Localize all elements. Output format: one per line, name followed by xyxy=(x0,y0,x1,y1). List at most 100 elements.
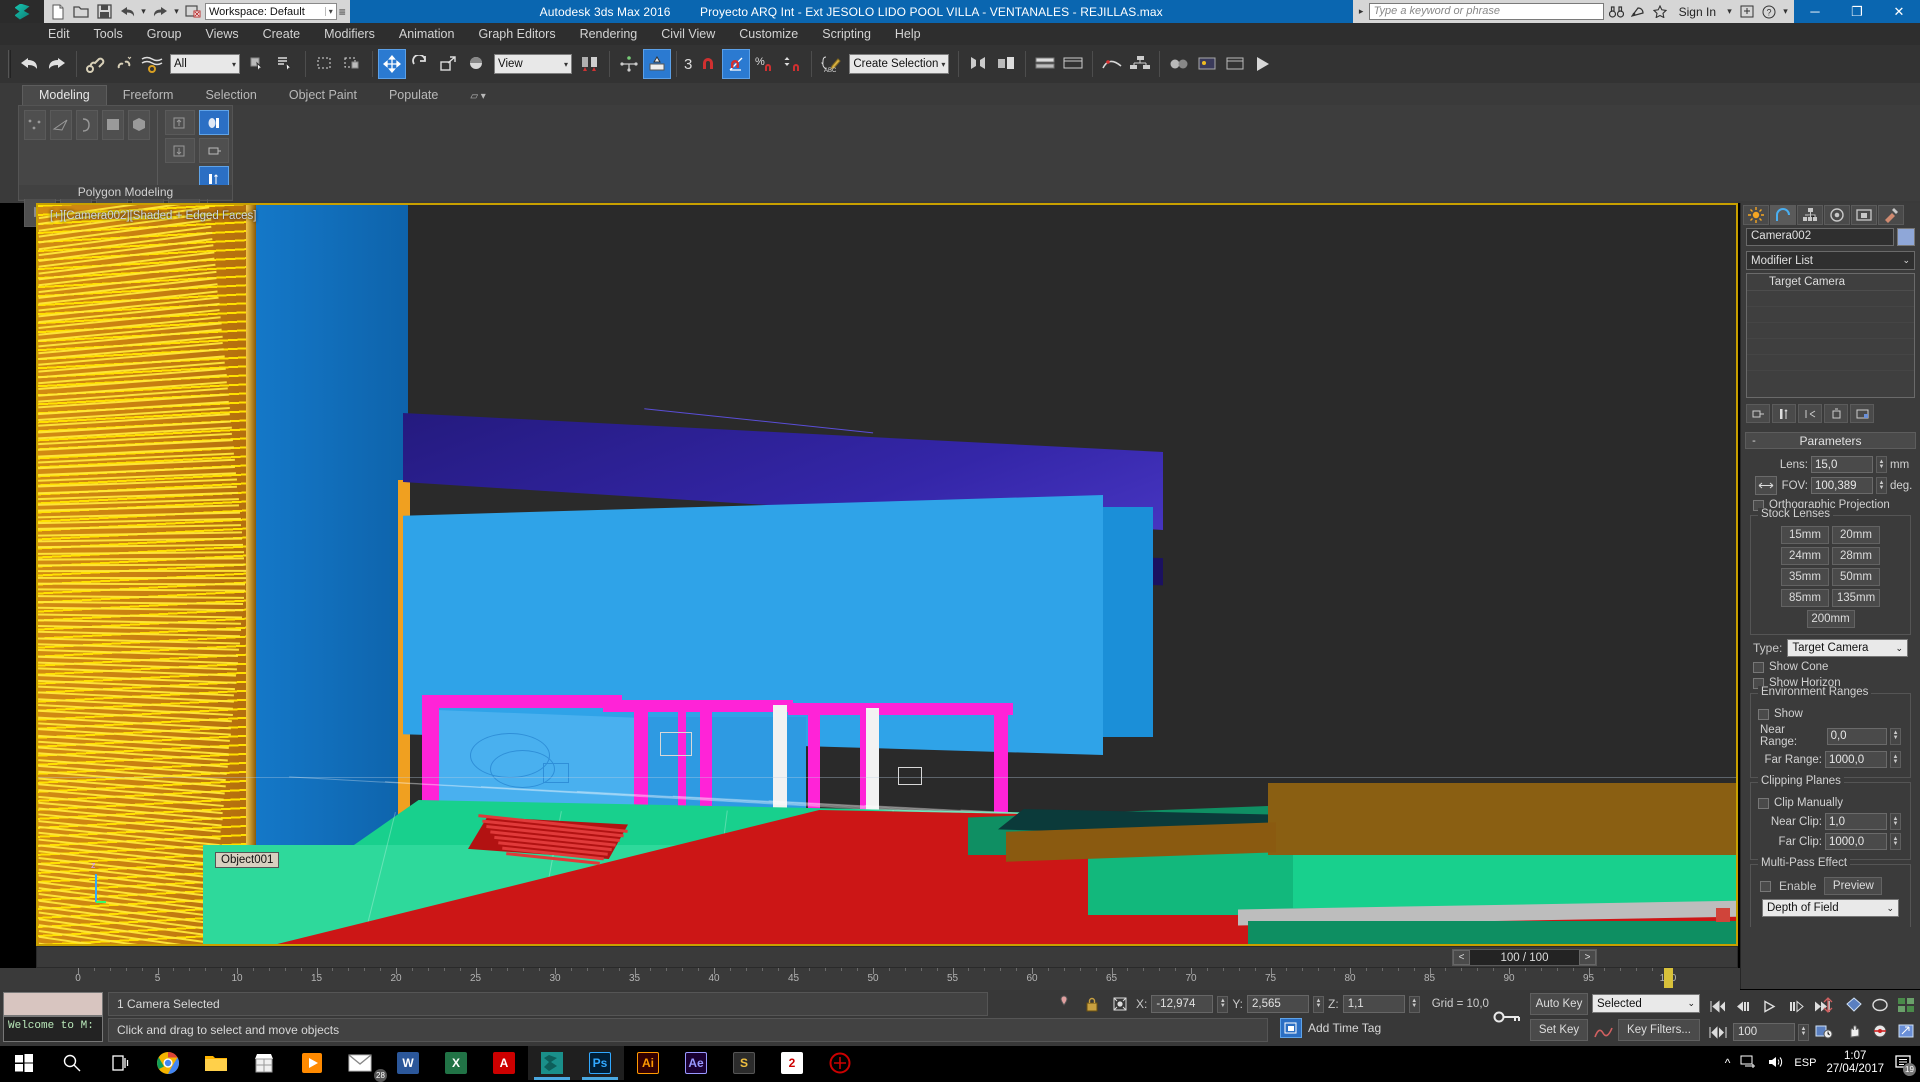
modifier-list-dropdown[interactable]: Modifier List ⌄ xyxy=(1746,251,1915,270)
powerpoint-icon[interactable]: 2 xyxy=(768,1046,816,1080)
word-icon[interactable]: W xyxy=(384,1046,432,1080)
stock-lens-24mm[interactable]: 24mm xyxy=(1781,547,1829,565)
track-bar[interactable]: 0510152025303540455055606570758085909510… xyxy=(0,968,1740,990)
use-stack-selection-icon[interactable] xyxy=(198,110,229,135)
far-range-spinner[interactable]: ▲ ▼ xyxy=(1890,751,1901,768)
menu-item-modifiers[interactable]: Modifiers xyxy=(312,23,387,45)
camera-viewport[interactable]: [+][Camera002][Shaded + Edged Faces] Obj… xyxy=(38,205,1736,944)
create-tab-icon[interactable] xyxy=(1743,205,1769,225)
search-input[interactable]: Type a keyword or phrase xyxy=(1368,3,1604,20)
bind-space-warp-icon[interactable] xyxy=(138,49,166,79)
unlink-icon[interactable] xyxy=(110,49,138,79)
mail-icon[interactable]: 28 xyxy=(336,1046,387,1082)
chevron-down-icon[interactable]: ⌄ xyxy=(1895,643,1903,654)
z-field[interactable]: 1,1 xyxy=(1342,995,1405,1013)
photoshop-icon[interactable]: Ps xyxy=(576,1046,624,1080)
viewport-corner-marker[interactable] xyxy=(1716,908,1730,922)
show-hidden-icons-icon[interactable]: ^ xyxy=(1725,1056,1731,1070)
fov-field[interactable]: 100,389 xyxy=(1811,477,1873,494)
select-link-icon[interactable] xyxy=(82,49,110,79)
acrobat-icon[interactable]: A xyxy=(480,1046,528,1080)
undo-icon[interactable] xyxy=(116,1,138,22)
chevron-down-icon[interactable]: ⌄ xyxy=(1886,903,1894,914)
restore-icon[interactable]: ❐ xyxy=(1836,0,1878,23)
clip-manually-row[interactable]: Clip Manually xyxy=(1758,797,1899,809)
binoculars-icon[interactable] xyxy=(1607,2,1626,21)
sign-in-button[interactable]: Sign In xyxy=(1673,5,1722,19)
edge-icon[interactable] xyxy=(50,110,73,140)
menu-item-views[interactable]: Views xyxy=(193,23,250,45)
ribbon-tab-selection[interactable]: Selection xyxy=(189,86,272,105)
snaps-toggle-icon[interactable] xyxy=(694,49,722,79)
named-selection-set-combo[interactable]: Create Selection Se▾ xyxy=(849,54,950,74)
ribbon-tab-modeling[interactable]: Modeling xyxy=(22,85,107,105)
workspace-selector[interactable]: Workspace: Default ▾ xyxy=(205,3,337,20)
redo-icon[interactable] xyxy=(149,1,171,22)
menu-item-customize[interactable]: Customize xyxy=(727,23,810,45)
reference-coordinate-combo[interactable]: View ▾ xyxy=(494,54,572,74)
maximize-viewport-icon[interactable] xyxy=(1894,993,1918,1017)
select-and-rotate-icon[interactable] xyxy=(406,49,434,79)
open-file-icon[interactable] xyxy=(70,1,92,22)
excel-icon[interactable]: X xyxy=(432,1046,480,1080)
select-by-name-icon[interactable] xyxy=(272,49,300,79)
chevron-down-icon[interactable]: ⌄ xyxy=(1902,255,1910,266)
network-icon[interactable] xyxy=(1740,1055,1757,1072)
frame-spinner[interactable]: ▲ ▼ xyxy=(1798,1023,1809,1041)
border-icon[interactable] xyxy=(76,110,99,140)
lens-spinner[interactable]: ▲ ▼ xyxy=(1876,456,1887,473)
curve-editor-icon[interactable] xyxy=(1098,49,1126,79)
remove-modifier-icon[interactable] xyxy=(1824,404,1848,423)
stock-lens-200mm[interactable]: 200mm xyxy=(1806,610,1855,628)
zoom-all-icon[interactable] xyxy=(1842,993,1866,1017)
max-logo-icon[interactable] xyxy=(0,0,44,23)
ribbon-toggle-icon[interactable] xyxy=(1059,49,1087,79)
time-slider-bar[interactable]: < 100 / 100 > xyxy=(36,946,1738,968)
layer-manager-icon[interactable] xyxy=(1031,49,1059,79)
spinner-snap-icon[interactable] xyxy=(778,49,806,79)
polygon-icon[interactable] xyxy=(102,110,125,140)
stock-lens-135mm[interactable]: 135mm xyxy=(1832,589,1880,607)
qat-customize-icon[interactable]: ≡ xyxy=(338,5,347,19)
close-icon[interactable]: ✕ xyxy=(1878,0,1920,23)
absolute-relative-transform-icon[interactable] xyxy=(1108,992,1132,1016)
menu-item-animation[interactable]: Animation xyxy=(387,23,467,45)
make-unique-icon[interactable] xyxy=(1798,404,1822,423)
selection-lock-pin-icon[interactable] xyxy=(1052,992,1076,1016)
time-tag-icon[interactable] xyxy=(1280,1018,1302,1038)
maximize-viewport-toggle-icon[interactable] xyxy=(1894,1019,1918,1043)
pin-stack-icon[interactable] xyxy=(198,138,229,163)
sign-in-dropdown-icon[interactable]: ▾ xyxy=(1725,6,1734,17)
project-folder-icon[interactable] xyxy=(182,1,204,22)
ribbon-tab-freeform[interactable]: Freeform xyxy=(107,86,190,105)
windows-start-icon[interactable] xyxy=(0,1046,48,1080)
motion-tab-icon[interactable] xyxy=(1824,205,1850,225)
stack-item-target-camera[interactable]: Target Camera xyxy=(1747,274,1914,291)
selection-lock-icon[interactable] xyxy=(1080,992,1104,1016)
next-frame-button[interactable]: > xyxy=(1579,950,1596,965)
volume-icon[interactable] xyxy=(1767,1055,1784,1072)
select-and-move-icon[interactable] xyxy=(378,49,406,79)
near-range-field[interactable]: 0,0 xyxy=(1826,727,1888,745)
set-key-curve-icon[interactable] xyxy=(1592,1020,1616,1044)
add-time-tag-label[interactable]: Add Time Tag xyxy=(1308,1021,1381,1035)
show-cone-row[interactable]: Show Cone xyxy=(1753,661,1908,673)
new-file-icon[interactable] xyxy=(47,1,69,22)
help-dropdown-icon[interactable]: ▾ xyxy=(1781,6,1790,17)
redo-icon[interactable] xyxy=(43,49,71,79)
modify-tab-icon[interactable] xyxy=(1770,205,1796,225)
material-editor-icon[interactable] xyxy=(1165,49,1193,79)
render-production-icon[interactable] xyxy=(1249,49,1277,79)
chevron-down-icon[interactable]: ▾ xyxy=(324,7,333,16)
edit-named-selection-icon[interactable]: ABC xyxy=(817,49,845,79)
far-clip-spinner[interactable]: ▲ ▼ xyxy=(1890,833,1901,850)
utilities-tab-icon[interactable] xyxy=(1878,205,1904,225)
schematic-view-icon[interactable] xyxy=(1126,49,1154,79)
arc-rotate-icon[interactable] xyxy=(1868,1019,1892,1043)
undo-dropdown-icon[interactable]: ▾ xyxy=(139,6,148,17)
percent-snap-icon[interactable]: % xyxy=(750,49,778,79)
menu-item-group[interactable]: Group xyxy=(135,23,194,45)
menu-item-edit[interactable]: Edit xyxy=(36,23,82,45)
symmetry-icon[interactable] xyxy=(164,138,195,163)
show-end-result-icon[interactable] xyxy=(1772,404,1796,423)
